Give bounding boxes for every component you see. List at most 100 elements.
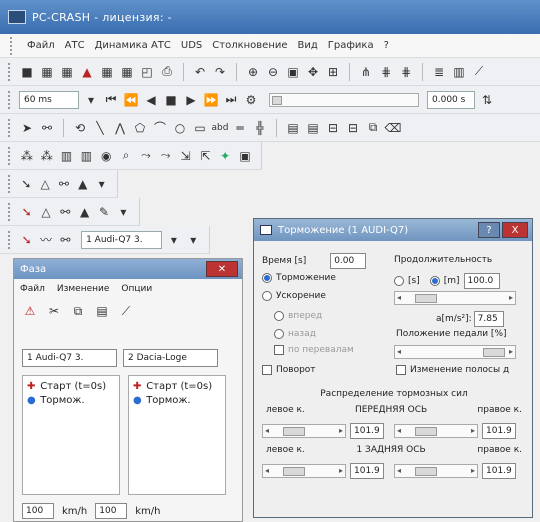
move-icon[interactable]: ✥	[305, 64, 321, 80]
speed-2-field[interactable]: 100	[95, 503, 128, 519]
up-down-icon[interactable]: ⇅	[479, 92, 495, 108]
scroll-right-icon[interactable]: ▸	[339, 466, 343, 475]
copy-icon[interactable]: ⧉	[70, 303, 86, 319]
time-input[interactable]: 0.00	[330, 253, 367, 269]
forward-radio-row[interactable]: вперед	[274, 311, 322, 321]
image-icon[interactable]: ▣	[237, 148, 253, 164]
brake-radio-row[interactable]: Торможение	[262, 273, 336, 283]
scroll-left-icon[interactable]: ◂	[397, 426, 401, 435]
line-icon[interactable]: ╲	[92, 120, 108, 136]
duration-scroll-thumb[interactable]	[415, 294, 437, 303]
list-item[interactable]: ● Тормож.	[133, 394, 221, 408]
scroll-right-icon[interactable]: ▸	[471, 426, 475, 435]
chart-icon[interactable]: ▥	[451, 64, 467, 80]
vehicle-select[interactable]: 1 Audi-Q7 3.	[81, 230, 163, 249]
undo-icon[interactable]: ↶	[192, 64, 208, 80]
record-back-icon[interactable]: ⏮	[103, 92, 119, 108]
walk-tool-icon[interactable]: ⚯	[57, 176, 72, 192]
list-item[interactable]: ✚ Старт (t=0s)	[133, 380, 221, 394]
menu-collision[interactable]: Столкновение	[212, 40, 287, 51]
car-2-tool-icon[interactable]: ▲	[77, 204, 92, 220]
step-back-icon[interactable]: ◀	[143, 92, 159, 108]
list-item[interactable]: ✚ Старт (t=0s)	[27, 380, 115, 394]
scroll-left-icon[interactable]: ◂	[265, 426, 269, 435]
redo-icon[interactable]: ↷	[212, 64, 228, 80]
route-icon[interactable]: ⤳	[138, 148, 154, 164]
back-radio[interactable]	[274, 329, 284, 339]
speed-1-field[interactable]: 100	[22, 503, 54, 519]
align-2-icon[interactable]: ⊟	[345, 120, 361, 136]
polyline-icon[interactable]: ⋀	[112, 120, 128, 136]
preview-icon[interactable]: ◰	[139, 64, 155, 80]
walker-icon[interactable]: ⚯	[39, 120, 55, 136]
tool-a-icon[interactable]: ⋔	[358, 64, 374, 80]
time-slider[interactable]	[269, 92, 419, 107]
front-left-thumb[interactable]	[283, 427, 305, 436]
front-left-input[interactable]: 101.9	[350, 423, 384, 439]
rewind-icon[interactable]: ⏪	[123, 92, 139, 108]
chevron-down-icon[interactable]: ▾	[83, 92, 99, 108]
list-icon[interactable]: ≣	[431, 64, 447, 80]
lane-change-checkbox[interactable]	[396, 365, 406, 375]
pencil-tool-icon[interactable]: ✎	[96, 204, 111, 220]
scroll-left-icon[interactable]: ◂	[397, 466, 401, 475]
grid-icon[interactable]: ▣	[285, 64, 301, 80]
turn-check-row[interactable]: Поворот	[262, 365, 316, 375]
transfer-check-row[interactable]: по перевалам	[274, 345, 354, 355]
chevron-down-icon[interactable]: ▾	[166, 232, 181, 248]
front-left-scrollbar[interactable]: ◂ ▸	[262, 424, 346, 438]
crosshair-icon[interactable]: ╬	[252, 120, 268, 136]
phase-menu-file[interactable]: Файл	[20, 284, 45, 294]
duration-scrollbar[interactable]: ◂ ▸	[394, 291, 516, 305]
measure-icon[interactable]: ⊞	[325, 64, 341, 80]
arc-icon[interactable]: ⌒	[152, 120, 168, 136]
dialog-close-button[interactable]: X	[502, 222, 528, 238]
walk-2-tool-icon[interactable]: ⚯	[58, 204, 73, 220]
chevron-down-2-icon[interactable]: ▾	[186, 232, 201, 248]
walk-3-tool-icon[interactable]: ⚯	[58, 232, 73, 248]
rear-left-input[interactable]: 101.9	[350, 463, 384, 479]
arrow-2-tool-icon[interactable]: ➘	[19, 204, 34, 220]
menu-dynamics[interactable]: Динамика АТС	[95, 40, 171, 51]
polygon-icon[interactable]: ⬠	[132, 120, 148, 136]
cut-icon[interactable]: ✂	[46, 303, 62, 319]
crash-icon[interactable]: ✦	[217, 148, 233, 164]
scroll-right-icon[interactable]: ▸	[509, 347, 513, 356]
stop-icon[interactable]: ■	[163, 92, 179, 108]
unit-seconds-radio[interactable]	[394, 276, 404, 286]
calc-4-icon[interactable]: ▦	[119, 64, 135, 80]
scroll-left-icon[interactable]: ◂	[397, 347, 401, 356]
print-icon[interactable]: ⎙	[159, 64, 175, 80]
brake-radio[interactable]	[262, 273, 272, 283]
front-right-scrollbar[interactable]: ◂ ▸	[394, 424, 478, 438]
phase-list-2[interactable]: ✚ Старт (t=0s) ● Тормож.	[128, 375, 226, 495]
accel-radio[interactable]	[262, 291, 272, 301]
tool-c-icon[interactable]: ⋕	[398, 64, 414, 80]
route-2-icon[interactable]: ⤳	[158, 148, 174, 164]
back-radio-row[interactable]: назад	[274, 329, 316, 339]
arrange-2-icon[interactable]: ▥	[78, 148, 94, 164]
rear-left-scrollbar[interactable]: ◂ ▸	[262, 464, 346, 478]
angle-icon[interactable]: ⟋	[471, 64, 487, 80]
menu-graphics[interactable]: Графика	[328, 40, 374, 51]
paste-icon[interactable]: ▤	[94, 303, 110, 319]
fast-forward-icon[interactable]: ⏩	[203, 92, 219, 108]
vehicle-2-select[interactable]: 2 Dacia-Loge	[123, 349, 218, 367]
search-icon[interactable]: ⌕	[118, 148, 134, 164]
triangle-2-tool-icon[interactable]: △	[38, 204, 53, 220]
zoom-in-icon[interactable]: ⊕	[245, 64, 261, 80]
help-button[interactable]: ?	[478, 222, 500, 238]
scroll-right-icon[interactable]: ▸	[471, 466, 475, 475]
arrange-icon[interactable]: ▥	[59, 148, 75, 164]
align-icon[interactable]: ⊟	[325, 120, 341, 136]
scroll-right-icon[interactable]: ▸	[509, 293, 513, 302]
turn-checkbox[interactable]	[262, 365, 272, 375]
time-value-field[interactable]: 0.000 s	[427, 90, 475, 109]
phase-menu-change[interactable]: Изменение	[57, 284, 110, 294]
transfer-checkbox[interactable]	[274, 345, 284, 355]
front-right-thumb[interactable]	[415, 427, 437, 436]
forward-radio[interactable]	[274, 311, 284, 321]
rear-right-scrollbar[interactable]: ◂ ▸	[394, 464, 478, 478]
copy-icon[interactable]: ⧉	[365, 120, 381, 136]
front-right-input[interactable]: 101.9	[482, 423, 516, 439]
